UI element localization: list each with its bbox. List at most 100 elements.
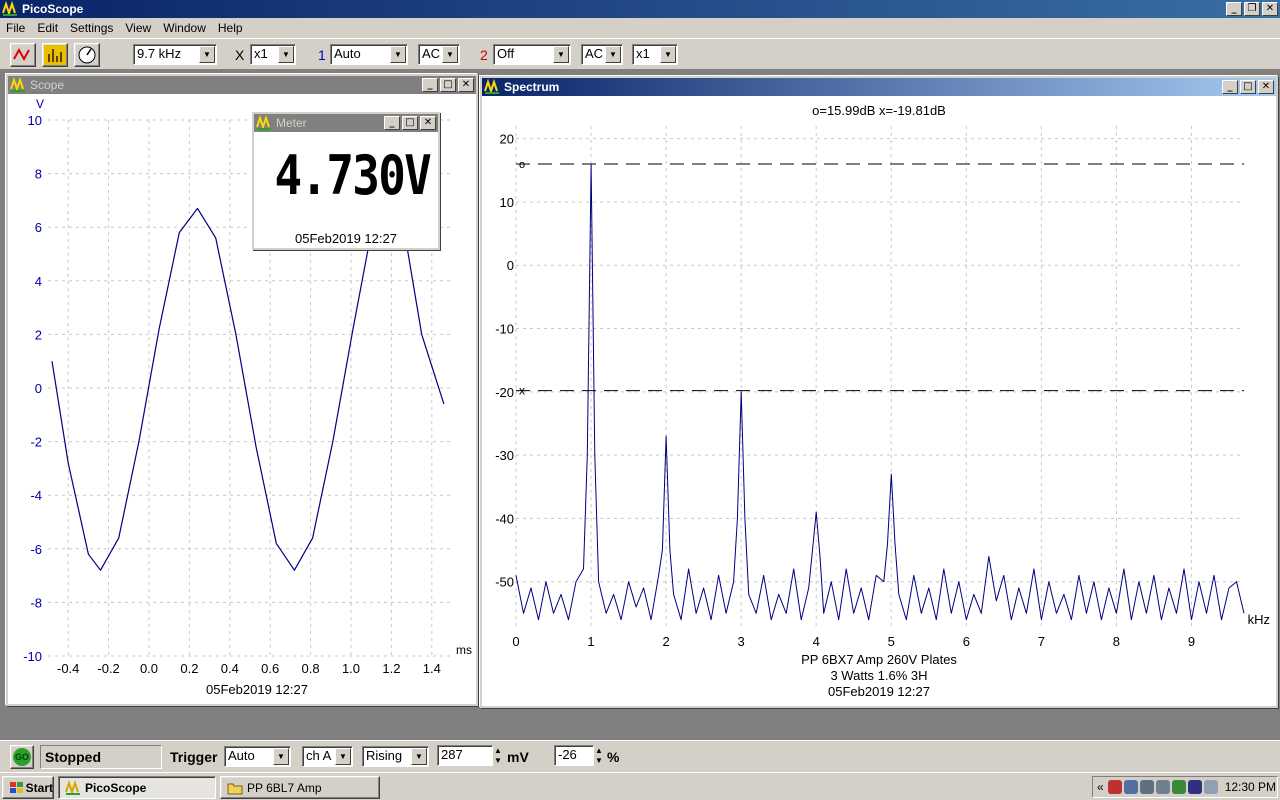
pretrigger-spinner[interactable]: ▲ ▼ (595, 746, 603, 766)
cursor-x-marker: x (519, 384, 525, 398)
picoscope-app-icon (10, 76, 26, 93)
power-icon[interactable] (1203, 780, 1218, 794)
spectrum-view-button[interactable] (42, 43, 68, 67)
minimize-button[interactable]: _ (1226, 2, 1242, 16)
app-title-bar[interactable]: PicoScope _ ❐ ✕ (0, 0, 1280, 18)
spectrum-window-title: Spectrum (504, 80, 560, 94)
trigger-mode-select[interactable]: Auto ▼ (224, 746, 291, 767)
y-unit-label: V (36, 97, 44, 111)
x-tick-label: 2 (662, 634, 669, 649)
display-icon[interactable] (1155, 780, 1170, 794)
menu-view[interactable]: View (119, 21, 157, 35)
trigger-edge-select[interactable]: Rising ▼ (362, 746, 429, 767)
x-zoom-label: X (235, 47, 245, 63)
restore-button[interactable]: ❐ (1244, 2, 1260, 16)
y-tick-label: -6 (30, 542, 42, 557)
channel-a-label: 1 (318, 47, 326, 63)
chevron-down-icon: ▼ (553, 46, 569, 63)
y-tick-label: -40 (495, 511, 514, 526)
y-tick-label: -10 (23, 649, 42, 664)
minimize-button[interactable]: _ (1222, 80, 1238, 94)
y-tick-label: -10 (495, 322, 514, 337)
close-button[interactable]: ✕ (1262, 2, 1278, 16)
meter-view-button[interactable] (74, 43, 100, 67)
x-tick-label: 9 (1188, 634, 1195, 649)
x-tick-label: 5 (888, 634, 895, 649)
close-button[interactable]: ✕ (1258, 80, 1274, 94)
x-multiplier-value: x1 (254, 46, 268, 61)
channel-a-coupling-select[interactable]: AC ▼ (418, 44, 460, 65)
meter-reading: 4.730V (274, 144, 431, 207)
minimize-button[interactable]: _ (384, 116, 400, 130)
channel-b-range-value: Off (497, 46, 515, 61)
channel-b-range-select[interactable]: Off ▼ (493, 44, 571, 65)
network-status-icon[interactable] (1139, 780, 1154, 794)
timebase-value: 9.7 kHz (137, 46, 182, 61)
scope-view-button[interactable] (10, 43, 36, 67)
trigger-level-spinner[interactable]: ▲ ▼ (494, 746, 502, 766)
maximize-button[interactable]: □ (1240, 80, 1256, 94)
security-shield-icon[interactable] (1107, 780, 1122, 794)
meter-window-title-bar[interactable]: Meter _ □ ✕ (254, 114, 438, 132)
x-tick-label: 8 (1113, 634, 1120, 649)
channel-a-range-select[interactable]: Auto ▼ (330, 44, 408, 65)
y-tick-label: 0 (507, 258, 514, 273)
trigger-channel-select[interactable]: ch A ▼ (302, 746, 353, 767)
task-folder-label: PP 6BL7 Amp (247, 780, 322, 795)
y-tick-label: -20 (495, 385, 514, 400)
x-tick-label: 1.2 (382, 661, 400, 676)
spectrum-bars-icon (48, 49, 62, 62)
close-button[interactable]: ✕ (420, 116, 436, 130)
spectrum-window-title-bar[interactable]: Spectrum _ □ ✕ (482, 78, 1276, 96)
system-tray: « 12:30 PM (1092, 776, 1278, 798)
channel-b-coupling-select[interactable]: AC ▼ (581, 44, 623, 65)
spectrum-plot[interactable]: o=15.99dB x=-19.81dB20100-10-20-30-40-50… (482, 96, 1276, 706)
close-button[interactable]: ✕ (458, 78, 474, 92)
x-tick-label: 3 (738, 634, 745, 649)
bluetooth-icon[interactable] (1187, 780, 1202, 794)
maximize-button[interactable]: □ (440, 78, 456, 92)
picoscope-app-icon (256, 114, 272, 131)
go-button[interactable]: GO (10, 745, 34, 769)
picoscope-app-icon (484, 78, 500, 95)
clock: 12:30 PM (1224, 780, 1277, 794)
tray-expand-icon[interactable]: « (1097, 780, 1104, 794)
start-button[interactable]: Start (2, 776, 54, 799)
task-picoscope[interactable]: PicoScope (58, 776, 216, 799)
scope-window-title-bar[interactable]: Scope _ □ ✕ (8, 76, 476, 94)
task-picoscope-label: PicoScope (85, 780, 147, 795)
windows-logo-icon (10, 781, 23, 793)
menu-window[interactable]: Window (157, 21, 212, 35)
network-icon[interactable] (1123, 780, 1138, 794)
channel-b-coupling-value: AC (585, 46, 604, 61)
chevron-down-icon: ▼ (273, 748, 289, 765)
menu-settings[interactable]: Settings (64, 21, 119, 35)
taskbar: Start PicoScope PP 6BL7 Amp « 12:30 PM (0, 772, 1280, 800)
timebase-select[interactable]: 9.7 kHz ▼ (133, 44, 217, 65)
spectrum-note: 3 Watts 1.6% 3H (830, 668, 927, 683)
start-label: Start (25, 780, 53, 795)
trigger-level-input[interactable]: 287 (437, 745, 493, 766)
trigger-level-value: 287 (441, 747, 463, 762)
run-state-label: Stopped (40, 745, 162, 769)
chevron-down-icon: ▼ (335, 748, 351, 765)
menu-bar: File Edit Settings View Window Help (0, 18, 1280, 38)
spectrum-note: 05Feb2019 12:27 (828, 684, 930, 699)
app-title: PicoScope (22, 2, 84, 16)
task-folder[interactable]: PP 6BL7 Amp (220, 776, 380, 799)
menu-edit[interactable]: Edit (31, 21, 64, 35)
trigger-edge-value: Rising (366, 748, 403, 763)
folder-icon (227, 783, 243, 794)
pretrigger-input[interactable]: -26 (554, 745, 594, 766)
x-multiplier-select[interactable]: x1 ▼ (250, 44, 296, 65)
x-tick-label: 0.2 (180, 661, 198, 676)
x-tick-label: 0.8 (302, 661, 320, 676)
minimize-button[interactable]: _ (422, 78, 438, 92)
menu-help[interactable]: Help (212, 21, 249, 35)
channel-b-multiplier-select[interactable]: x1 ▼ (632, 44, 678, 65)
menu-file[interactable]: File (0, 21, 31, 35)
cursor-readout: o=15.99dB x=-19.81dB (812, 103, 946, 118)
update-icon[interactable] (1171, 780, 1186, 794)
maximize-button[interactable]: □ (402, 116, 418, 130)
x-tick-label: -0.2 (97, 661, 119, 676)
